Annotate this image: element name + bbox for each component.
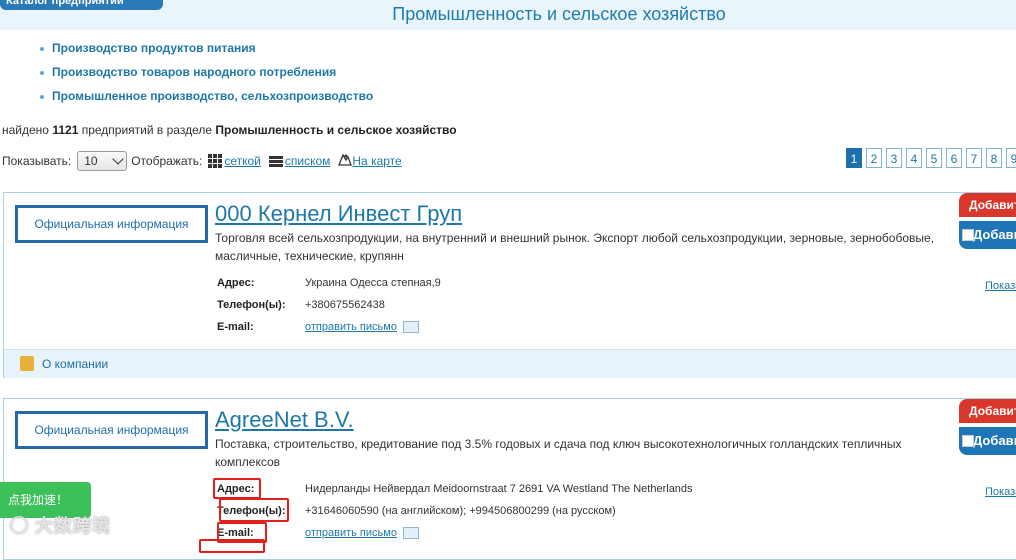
subcategory-list: Производство продуктов питания Производс… [40, 40, 373, 112]
page-button[interactable]: 6 [946, 148, 962, 168]
checkbox[interactable] [962, 229, 974, 241]
section-name: Промышленность и сельское хозяйство [215, 123, 457, 137]
highlight-box [213, 478, 261, 499]
pagination: 1 2 3 4 5 6 7 8 9 [846, 148, 1016, 168]
bullet-icon [40, 46, 44, 51]
company-name-link[interactable]: 000 Кернел Инвест Груп [215, 201, 462, 227]
display-label: Отображать: [131, 154, 203, 168]
page-button[interactable]: 8 [986, 148, 1002, 168]
show-label: Показывать: [2, 154, 72, 168]
add-blue-label: Добавь [973, 433, 1016, 448]
found-middle: предприятий в разделе [81, 123, 213, 137]
found-prefix: найдено [2, 123, 49, 137]
add-blue-button[interactable]: Добавь [959, 221, 1016, 249]
bullet-icon [40, 94, 44, 99]
company-card: Официальная информация AgreeNet B.V. Пос… [3, 398, 1016, 560]
subcategory-link[interactable]: Производство товаров народного потреблен… [52, 65, 336, 79]
list-view-icon[interactable] [268, 155, 283, 167]
phone-label: Телефон(ы): [217, 299, 286, 311]
envelope-icon[interactable] [402, 321, 419, 334]
add-blue-button[interactable]: Добавь [959, 427, 1016, 455]
address-value: Украина Одесса степная,9 [305, 277, 441, 289]
send-email-link[interactable]: отправить письмо [305, 321, 397, 333]
page-button[interactable]: 9 [1006, 148, 1016, 168]
page-button[interactable]: 4 [906, 148, 922, 168]
subcategory-link[interactable]: Производство продуктов питания [52, 41, 256, 55]
page-title: Промышленность и сельское хозяйство [392, 4, 726, 24]
subcategory-item[interactable]: Промышленное производство, сельхозпроизв… [40, 88, 373, 112]
about-company-link[interactable]: О компании [20, 356, 108, 371]
phone-value: +380675562438 [305, 299, 385, 311]
phone-value: +31646060590 (на английском); +994506800… [305, 505, 616, 517]
grid-view-icon[interactable] [208, 154, 223, 168]
page-button[interactable]: 2 [866, 148, 882, 168]
email-row: отправить письмо [305, 321, 419, 334]
per-page-select[interactable]: 10 [77, 151, 128, 171]
view-controls: Показывать: 10 Отображать: сеткой списко… [2, 150, 402, 172]
add-red-button[interactable]: Добавит [959, 399, 1016, 423]
page-button[interactable]: 3 [886, 148, 902, 168]
company-card: Официальная информация 000 Кернел Инвест… [3, 192, 1016, 378]
email-label: E-mail: [217, 321, 254, 333]
company-description: Поставка, строительство, кредитование по… [215, 437, 902, 469]
map-view-link[interactable]: На карте [352, 154, 401, 168]
results-summary: найдено 1121 предприятий в разделе Промы… [2, 123, 457, 137]
chevron-down-icon [112, 153, 124, 165]
add-blue-label: Добавь [973, 227, 1016, 242]
subcategory-link[interactable]: Промышленное производство, сельхозпроизв… [52, 89, 373, 103]
map-icon[interactable] [338, 153, 353, 169]
list-view-link[interactable]: списком [285, 154, 331, 168]
address-label: Адрес: [217, 277, 255, 289]
bullet-icon [40, 70, 44, 75]
scroll-icon [20, 356, 34, 371]
per-page-value: 10 [84, 154, 98, 168]
watermark-logo: ◯ 大数跨境 [10, 516, 112, 536]
company-name-link[interactable]: AgreeNet B.V. [215, 407, 354, 433]
results-count: 1121 [52, 123, 79, 137]
add-red-button[interactable]: Добавит [959, 193, 1016, 217]
card-footer: О компании [4, 349, 1016, 378]
checkbox[interactable] [962, 435, 974, 447]
grid-view-link[interactable]: сеткой [224, 154, 261, 168]
address-value: Нидерланды Нейвердал Meidoornstraat 7 26… [305, 483, 693, 495]
subcategory-item[interactable]: Производство продуктов питания [40, 40, 373, 64]
page-button[interactable]: 5 [926, 148, 942, 168]
highlight-box [199, 539, 265, 553]
envelope-icon[interactable] [402, 527, 419, 540]
show-link[interactable]: Показа [985, 486, 1016, 498]
about-label: О компании [42, 356, 109, 371]
official-info-button[interactable]: Официальная информация [15, 411, 208, 449]
company-description: Торговля всей сельхозпродукции, на внутр… [215, 231, 935, 263]
show-link[interactable]: Показа [985, 280, 1016, 292]
subcategory-item[interactable]: Производство товаров народного потреблен… [40, 64, 373, 88]
highlight-box [219, 498, 289, 522]
page-button[interactable]: 1 [846, 148, 862, 168]
send-email-link[interactable]: отправить письмо [305, 527, 397, 539]
page-button[interactable]: 7 [966, 148, 982, 168]
email-row: отправить письмо [305, 527, 419, 540]
official-info-button[interactable]: Официальная информация [15, 205, 208, 243]
